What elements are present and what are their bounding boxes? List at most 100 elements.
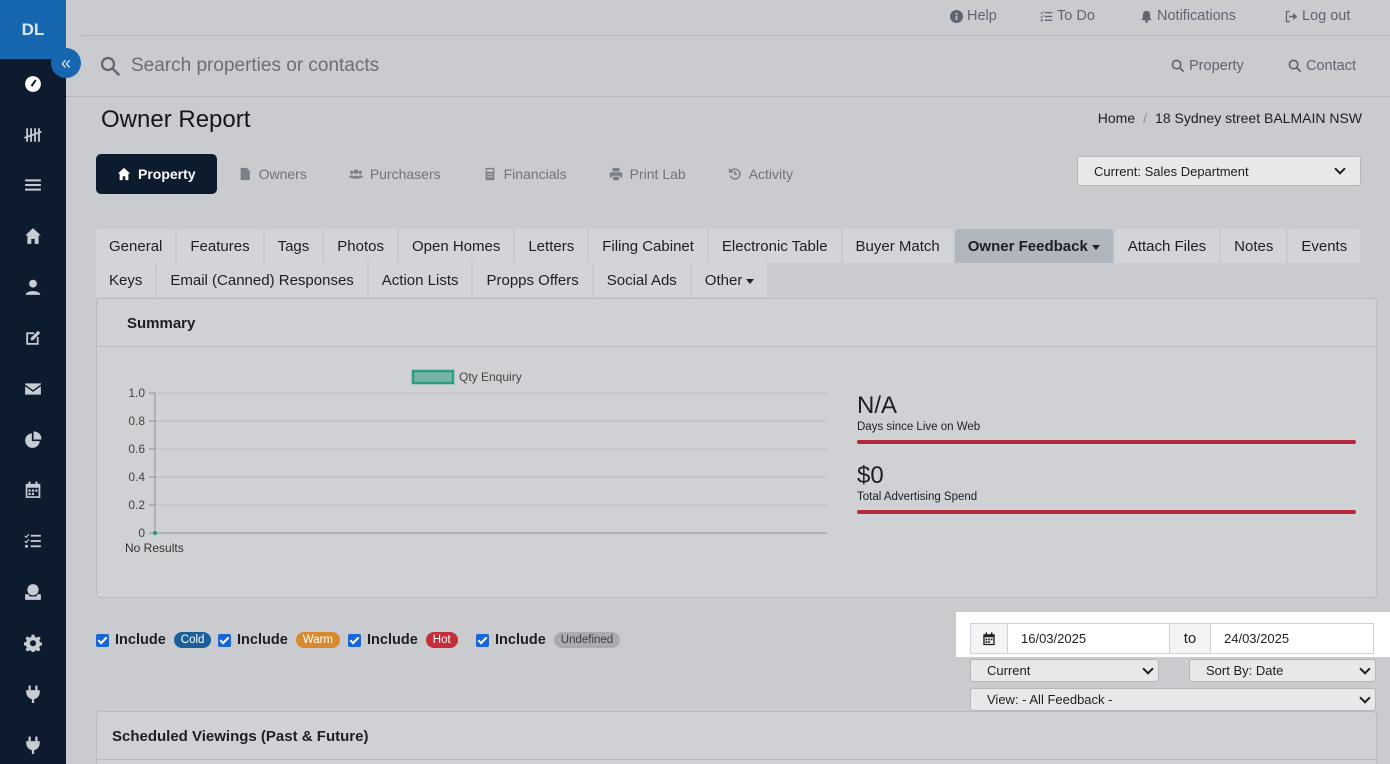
tab-attach-files[interactable]: Attach Files [1114,229,1220,263]
tab-purchasers[interactable]: Purchasers [328,154,462,194]
breadcrumb-current: 18 Sydney street BALMAIN NSW [1155,110,1362,126]
sidebar-item-mail[interactable] [0,369,66,409]
tab-notes[interactable]: Notes [1221,229,1287,263]
page-title: Owner Report [101,106,251,133]
help-link[interactable]: Help [950,8,997,24]
filter-undefined[interactable]: Include Undefined [476,632,621,648]
department-select[interactable]: Current: Sales Department [1077,156,1361,186]
tab-action-lists[interactable]: Action Lists [368,263,472,297]
breadcrumb-separator: / [1143,110,1148,126]
legend-swatch [411,369,455,385]
tab-label: Print Lab [629,166,686,182]
sidebar-item-list[interactable] [0,165,66,205]
include-hot-checkbox[interactable] [348,633,361,647]
tab-keys[interactable]: Keys [96,263,156,297]
breadcrumb-home[interactable]: Home [1098,110,1135,126]
tab-tags[interactable]: Tags [264,229,323,263]
property-search-button[interactable]: Property [1171,58,1244,74]
tab-filing-cabinet[interactable]: Filing Cabinet [589,229,707,263]
sidebar-item-edit[interactable] [0,318,66,358]
to-label: to [1183,630,1197,647]
sort-value: Sort By: Date [1206,663,1284,678]
tab-other[interactable]: Other [691,263,768,297]
stat-ad-spend: $0 Total Advertising Spend [857,462,1356,514]
sidebar-item-tally[interactable] [0,115,66,155]
chevron-down-icon [1359,691,1371,704]
undefined-badge: Undefined [553,632,621,648]
tab-label: Financials [503,166,567,182]
tab-property[interactable]: Property [96,154,217,194]
search-icon [100,56,120,76]
todo-link[interactable]: To Do [1040,8,1095,24]
sidebar-item-user[interactable] [0,267,66,307]
stat-value: $0 [857,462,884,489]
hot-badge: Hot [425,632,458,648]
divider [66,96,1390,97]
tab-photos[interactable]: Photos [324,229,397,263]
caret-down-icon [746,278,755,284]
sidebar-item-integrations-2[interactable] [0,725,66,764]
inbox-icon [25,584,41,600]
sidebar-item-tasks[interactable] [0,521,66,561]
include-cold-checkbox[interactable] [96,633,109,647]
tab-buyer-match[interactable]: Buyer Match [842,229,953,263]
tab-email-responses[interactable]: Email (Canned) Responses [157,263,367,297]
filter-warm[interactable]: Include Warm [218,632,340,648]
tab-activity[interactable]: Activity [707,154,814,194]
tally-icon [24,128,42,142]
notifications-link[interactable]: Notifications [1140,8,1236,24]
tab-owners[interactable]: Owners [217,154,328,194]
tab-propps-offers[interactable]: Propps Offers [473,263,592,297]
tab-owner-feedback[interactable]: Owner Feedback [954,229,1113,263]
sidebar-item-calendar[interactable] [0,470,66,510]
calendar-button[interactable] [970,623,1008,654]
sidebar-item-settings[interactable] [0,623,66,663]
sidebar-item-integrations[interactable] [0,674,66,714]
sort-select[interactable]: Sort By: Date [1189,659,1376,682]
tab-open-homes[interactable]: Open Homes [398,229,514,263]
calendar-icon [25,481,41,498]
tab-features[interactable]: Features [177,229,263,263]
data-point [152,530,158,536]
sidebar-item-inbox[interactable] [0,572,66,612]
date-to-label: to [1169,623,1211,654]
tab-events[interactable]: Events [1288,229,1361,263]
info-icon [950,9,963,23]
status-select[interactable]: Current [970,659,1159,682]
mail-icon [25,383,41,395]
view-select[interactable]: View: - All Feedback - [970,688,1376,711]
y-tick-label: 0 [138,526,145,540]
date-to-input[interactable]: 24/03/2025 [1210,623,1374,654]
filter-cold[interactable]: Include Cold [96,632,212,648]
stat-label: Total Advertising Spend [857,491,978,503]
filter-hot[interactable]: Include Hot [348,632,458,648]
tab-general[interactable]: General [96,229,176,263]
checklist-icon [24,533,41,548]
date-to-value: 24/03/2025 [1224,631,1290,646]
collapse-sidebar-button[interactable]: « [51,48,81,78]
tab-label: Other [704,271,743,289]
contact-search-button[interactable]: Contact [1288,58,1356,74]
y-tick-label: 1.0 [128,386,145,400]
tab-social-ads[interactable]: Social Ads [593,263,690,297]
tab-financials[interactable]: Financials [462,154,588,194]
search-input[interactable] [131,52,731,80]
logout-link[interactable]: Log out [1285,8,1350,24]
view-value: View: - All Feedback - [987,692,1113,707]
enquiry-chart: Qty Enquiry 1.0 0.8 0.6 0.4 0.2 0 No Results [125,369,827,555]
stat-value: N/A [857,392,898,419]
calendar-icon [983,631,995,645]
sidebar-item-home[interactable] [0,216,66,256]
todo-label: To Do [1057,8,1095,24]
sidebar-item-reports[interactable] [0,420,66,460]
scheduled-viewings-title: Scheduled Viewings (Past & Future) [97,712,1376,760]
plug-icon [26,685,40,703]
search-bar: Property Contact [81,36,1390,96]
tab-print-lab[interactable]: Print Lab [588,154,707,194]
date-from-input[interactable]: 16/03/2025 [1007,623,1170,654]
include-warm-checkbox[interactable] [218,633,231,647]
cold-badge: Cold [173,632,212,648]
include-undefined-checkbox[interactable] [476,633,489,647]
tab-letters[interactable]: Letters [515,229,588,263]
tab-electronic-table[interactable]: Electronic Table [708,229,841,263]
